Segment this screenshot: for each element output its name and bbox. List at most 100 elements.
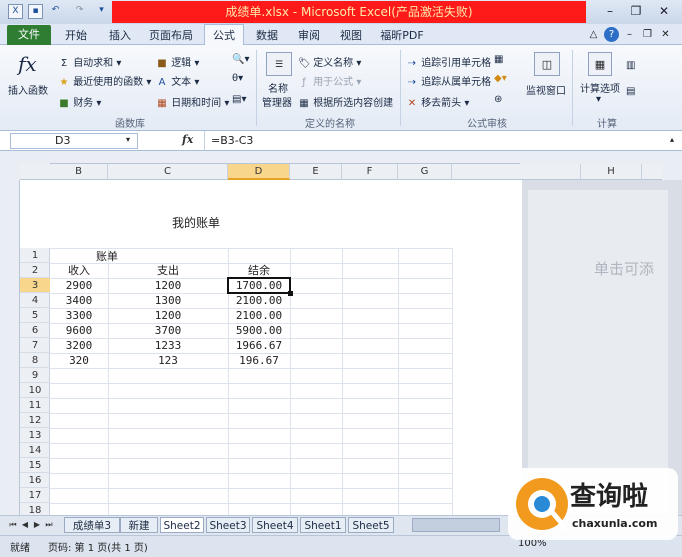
next-page-placeholder[interactable] xyxy=(528,190,668,515)
formula-input[interactable]: =B3-C3 xyxy=(204,131,669,150)
row-header[interactable]: 1 xyxy=(20,248,50,263)
name-manager-label-1[interactable]: 名称 xyxy=(268,80,288,95)
help-icon[interactable]: ? xyxy=(604,27,619,42)
sheet-tab[interactable]: Sheet4 xyxy=(252,517,298,533)
watch-window-icon[interactable]: ◫ xyxy=(534,52,560,76)
calculate-now-icon[interactable]: ▥ xyxy=(626,60,635,71)
name-manager-label-2[interactable]: 管理器 xyxy=(262,94,292,109)
save-icon[interactable]: ▪ xyxy=(28,4,43,19)
close-button[interactable]: ✕ xyxy=(652,3,676,19)
calculate-sheet-icon[interactable]: ▤ xyxy=(626,86,635,97)
name-manager-icon[interactable]: ☰ xyxy=(266,52,292,76)
tab-view[interactable]: 视图 xyxy=(332,26,370,45)
header-balance[interactable]: 结余 xyxy=(228,263,290,278)
sheet-tab[interactable]: 新建 xyxy=(120,517,158,533)
balance-cell[interactable]: 2100.00 xyxy=(228,293,290,308)
row-header[interactable]: 10 xyxy=(20,383,50,398)
error-checking-icon[interactable]: ◆▾ xyxy=(494,73,507,84)
logical-button[interactable]: ■ 逻辑 ▾ xyxy=(156,54,199,70)
sheet-tab[interactable]: Sheet1 xyxy=(300,517,346,533)
doc-restore-icon[interactable]: ❐ xyxy=(640,27,655,42)
income-cell[interactable]: 9600 xyxy=(50,323,108,338)
income-cell[interactable]: 3400 xyxy=(50,293,108,308)
row-header[interactable]: 5 xyxy=(20,308,50,323)
row-header[interactable]: 3 xyxy=(20,278,50,293)
balance-cell[interactable]: 1966.67 xyxy=(228,338,290,353)
ribbon-minimize-icon[interactable]: △ xyxy=(586,27,601,42)
income-cell[interactable]: 2900 xyxy=(50,278,108,293)
sheet-title-cell[interactable]: 账单 xyxy=(96,249,118,264)
row-header[interactable]: 16 xyxy=(20,473,50,488)
page-header-title[interactable]: 我的账单 xyxy=(172,214,220,231)
tab-data[interactable]: 数据 xyxy=(248,26,286,45)
first-sheet-icon[interactable]: ⏮ xyxy=(8,518,18,532)
row-header[interactable]: 17 xyxy=(20,488,50,503)
insert-function-icon[interactable]: fx xyxy=(18,52,46,78)
insert-function-button[interactable]: 插入函数 xyxy=(8,82,48,97)
undo-icon[interactable]: ↶ xyxy=(48,4,63,19)
expense-cell[interactable]: 1200 xyxy=(108,308,228,323)
sheet-tab[interactable]: Sheet3 xyxy=(206,517,250,533)
text-button[interactable]: A 文本 ▾ xyxy=(156,73,200,89)
column-header-b[interactable]: B xyxy=(50,164,108,180)
sheet-tab[interactable]: 成绩单3 xyxy=(64,517,120,533)
row-header[interactable]: 4 xyxy=(20,293,50,308)
trace-dependents-button[interactable]: ⇢ 追踪从属单元格 xyxy=(406,73,491,89)
tab-foxit-pdf[interactable]: 福昕PDF xyxy=(374,26,430,45)
doc-minimize-icon[interactable]: – xyxy=(622,27,637,42)
calc-options-dropdown-icon[interactable]: ▾ xyxy=(596,94,601,105)
header-income[interactable]: 收入 xyxy=(50,263,108,278)
evaluate-formula-icon[interactable]: ⊛ xyxy=(494,94,502,105)
horizontal-scrollbar[interactable] xyxy=(412,518,500,532)
column-header-c[interactable]: C xyxy=(108,164,228,180)
trace-precedents-button[interactable]: ⇢ 追踪引用单元格 xyxy=(406,54,491,70)
prev-sheet-icon[interactable]: ◀ xyxy=(20,518,30,532)
calculation-options-button[interactable]: 计算选项 xyxy=(580,80,620,95)
insert-function-fx-icon[interactable]: fx xyxy=(182,133,200,149)
income-cell[interactable]: 320 xyxy=(50,353,108,368)
click-to-add-hint[interactable]: 单击可添 xyxy=(594,258,662,279)
restore-button[interactable]: ❐ xyxy=(624,3,648,19)
sheet-tab[interactable]: Sheet5 xyxy=(348,517,394,533)
use-in-formula-button[interactable]: ƒ 用于公式 ▾ xyxy=(298,73,361,89)
expense-cell[interactable]: 3700 xyxy=(108,323,228,338)
row-header[interactable]: 7 xyxy=(20,338,50,353)
redo-icon[interactable]: ↷ xyxy=(72,4,87,19)
name-box[interactable]: D3 xyxy=(10,133,138,149)
expense-cell[interactable]: 1300 xyxy=(108,293,228,308)
watch-window-button[interactable]: 监视窗口 xyxy=(526,82,566,97)
formula-bar-expand-icon[interactable]: ▴ xyxy=(670,135,674,144)
selected-cell-d3[interactable] xyxy=(227,277,291,294)
column-header-h[interactable]: H xyxy=(580,164,642,180)
tab-home[interactable]: 开始 xyxy=(56,26,96,45)
tab-file[interactable]: 文件 xyxy=(7,25,51,45)
minimize-button[interactable]: – xyxy=(598,3,622,19)
recent-functions-button[interactable]: ★ 最近使用的函数 ▾ xyxy=(58,73,152,89)
tab-page-layout[interactable]: 页面布局 xyxy=(142,26,200,45)
income-cell[interactable]: 3300 xyxy=(50,308,108,323)
more-functions-icon[interactable]: ▤▾ xyxy=(232,94,246,105)
expense-cell[interactable]: 1200 xyxy=(108,278,228,293)
last-sheet-icon[interactable]: ⏭ xyxy=(44,518,54,532)
row-header[interactable]: 12 xyxy=(20,413,50,428)
header-expense[interactable]: 支出 xyxy=(108,263,228,278)
fill-handle[interactable] xyxy=(288,291,293,296)
row-header[interactable]: 15 xyxy=(20,458,50,473)
column-header-d[interactable]: D xyxy=(228,164,290,180)
row-header[interactable]: 14 xyxy=(20,443,50,458)
show-formulas-icon[interactable]: ▦ xyxy=(494,54,503,65)
math-trig-icon[interactable]: θ▾ xyxy=(232,73,243,84)
row-header[interactable]: 6 xyxy=(20,323,50,338)
column-header-e[interactable]: E xyxy=(290,164,342,180)
sheet-tab[interactable]: Sheet2 xyxy=(160,517,204,533)
row-header[interactable]: 8 xyxy=(20,353,50,368)
remove-arrows-button[interactable]: ✕ 移去箭头 ▾ xyxy=(406,94,470,110)
row-header[interactable]: 13 xyxy=(20,428,50,443)
tab-insert[interactable]: 插入 xyxy=(100,26,140,45)
create-from-selection-button[interactable]: ▦ 根据所选内容创建 xyxy=(298,94,393,110)
next-sheet-icon[interactable]: ▶ xyxy=(32,518,42,532)
financial-button[interactable]: ■ 财务 ▾ xyxy=(58,94,101,110)
balance-cell[interactable]: 5900.00 xyxy=(228,323,290,338)
column-header-f[interactable]: F xyxy=(342,164,398,180)
balance-cell[interactable]: 196.67 xyxy=(228,353,290,368)
